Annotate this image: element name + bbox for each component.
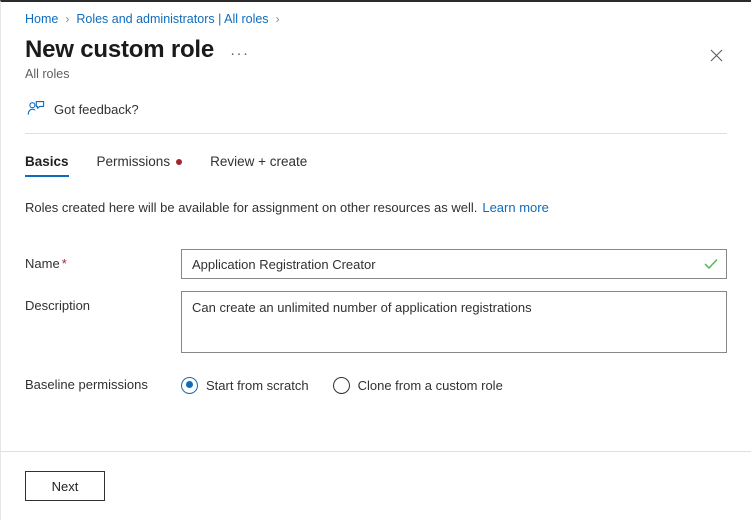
description-field-label: Description: [25, 291, 181, 321]
tab-permissions-label: Permissions: [97, 154, 171, 169]
tab-basics-label: Basics: [25, 154, 69, 169]
radio-start-from-scratch[interactable]: Start from scratch: [181, 377, 309, 394]
close-icon: [710, 49, 723, 62]
description-input-wrap: [181, 291, 727, 358]
description-field-row: Description: [25, 291, 727, 358]
tab-review-create[interactable]: Review + create: [210, 154, 307, 177]
feedback-person-icon: [27, 100, 45, 118]
tab-basics[interactable]: Basics: [25, 154, 69, 177]
tab-permissions[interactable]: Permissions: [97, 154, 183, 177]
name-required-marker: *: [62, 256, 67, 271]
new-custom-role-blade: Home › Roles and administrators | All ro…: [0, 0, 751, 520]
next-button[interactable]: Next: [25, 471, 105, 501]
baseline-permissions-label: Baseline permissions: [25, 370, 181, 400]
blade-footer: Next: [1, 451, 751, 520]
name-input-wrap: [181, 249, 727, 279]
learn-more-link[interactable]: Learn more: [482, 200, 548, 215]
baseline-permissions-radio-group: Start from scratch Clone from a custom r…: [181, 377, 527, 394]
baseline-permissions-row: Baseline permissions Start from scratch …: [25, 370, 727, 400]
breadcrumb: Home › Roles and administrators | All ro…: [1, 2, 751, 27]
page-subtitle: All roles: [1, 65, 751, 82]
intro-text: Roles created here will be available for…: [25, 200, 477, 215]
radio-clone-from-custom-role-label: Clone from a custom role: [358, 378, 503, 393]
feedback-row: Got feedback?: [1, 82, 751, 120]
name-input[interactable]: [181, 249, 727, 279]
name-field-row: Name*: [25, 249, 727, 279]
basics-form: Name* Description Baseline permissions: [25, 249, 727, 400]
page-title: New custom role: [25, 35, 214, 65]
name-label-text: Name: [25, 256, 60, 271]
got-feedback-button[interactable]: Got feedback?: [25, 98, 143, 120]
intro-text-row: Roles created here will be available for…: [25, 199, 727, 217]
tab-permissions-badge-dot: [176, 159, 182, 165]
radio-selected-icon: [181, 377, 198, 394]
got-feedback-label: Got feedback?: [54, 102, 139, 117]
breadcrumb-item-home[interactable]: Home: [25, 11, 58, 27]
title-row: New custom role ···: [1, 27, 751, 65]
more-menu-button[interactable]: ···: [230, 49, 250, 59]
chevron-right-icon-2: ›: [276, 11, 280, 27]
tab-bar: Basics Permissions Review + create: [1, 134, 751, 177]
chevron-right-icon: ›: [65, 11, 69, 27]
radio-unselected-icon: [333, 377, 350, 394]
breadcrumb-item-roles-and-administrators[interactable]: Roles and administrators | All roles: [76, 11, 268, 27]
radio-clone-from-custom-role[interactable]: Clone from a custom role: [333, 377, 503, 394]
blade-content: Roles created here will be available for…: [1, 177, 751, 451]
tab-review-create-label: Review + create: [210, 154, 307, 169]
radio-start-from-scratch-label: Start from scratch: [206, 378, 309, 393]
description-textarea[interactable]: [181, 291, 727, 353]
close-button[interactable]: [703, 42, 729, 68]
name-field-label: Name*: [25, 249, 181, 279]
